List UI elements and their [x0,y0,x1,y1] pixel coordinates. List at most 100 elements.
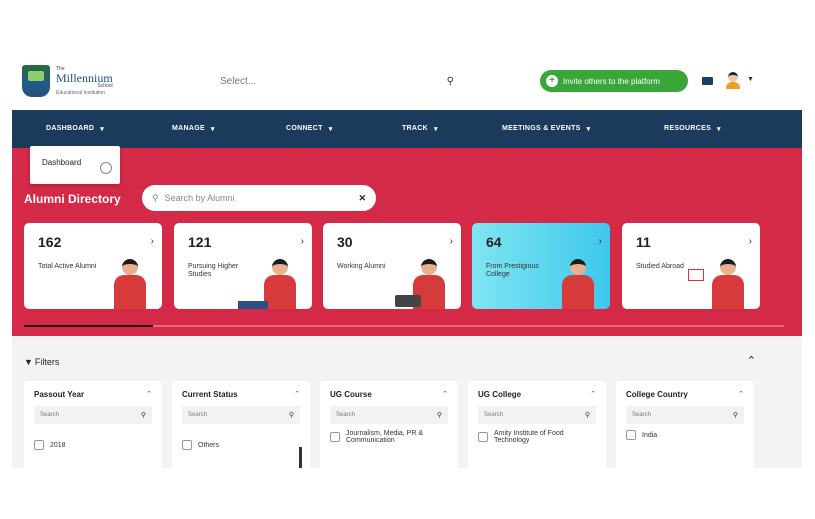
filter-search-input[interactable]: Search ⚲ [182,406,300,424]
clear-icon[interactable]: ✕ [358,193,366,204]
checkbox[interactable] [34,440,44,450]
search-icon: ⚲ [584,412,590,419]
dropdown-item-dashboard[interactable]: Dashboard [42,158,81,167]
top-bar: The Millennium School Educational Instit… [12,52,802,110]
filter-option[interactable]: 2018 [34,440,152,450]
logo-sub-text: School [97,82,113,89]
carousel-progress-fill [24,325,154,327]
logo-tagline: Educational Institution [56,89,105,96]
stat-value: 64 [486,234,502,250]
chevron-down-icon[interactable]: ▼ [747,76,754,83]
filter-group-title: UG College [478,390,522,399]
nav-resources[interactable]: RESOURCES ▾ [664,125,721,133]
main-nav: DASHBOARD ▾ MANAGE ▾ CONNECT ▾ TRACK ▾ MEETI… [12,110,802,148]
stat-card-working[interactable]: 30 › Working Alumni [323,223,461,309]
students-illustration [556,255,602,309]
search-icon: ⚲ [732,412,738,419]
chevron-down-icon: ▾ [586,126,591,133]
stat-card-higher-studies[interactable]: 121 › Pursuing Higher Studies [174,223,312,309]
search-icon: ⚲ [436,412,442,419]
filter-group-title: College Country [626,390,688,399]
chevron-down-icon: ▾ [328,126,333,133]
filter-group-college-country: College Country ⌃ Search ⚲ India [616,381,754,468]
chevron-up-icon[interactable]: ⌃ [747,354,756,367]
app-frame: The Millennium School Educational Instit… [12,52,802,468]
filter-option[interactable]: Journalism, Media, PR & Communication [330,430,448,444]
mail-icon[interactable] [702,77,713,85]
stat-value: 121 [188,234,212,250]
chevron-up-icon[interactable]: ⌃ [442,390,448,399]
carousel-progress [24,325,784,327]
filter-group-ug-course: UG Course ⌃ Search ⚲ Journalism, Media, PR… [320,381,458,468]
chevron-right-icon: › [598,236,602,247]
checkbox[interactable] [478,432,488,442]
filter-group-passout-year: Passout Year ⌃ Search ⚲ 2018 [24,381,162,468]
alumni-search-input[interactable]: ⚲ Search by Alumni ✕ [142,185,376,211]
alumni-search-placeholder: Search by Alumni [164,193,235,203]
school-logo[interactable]: The Millennium School Educational Instit… [22,58,142,104]
search-icon: ⚲ [288,412,294,419]
stat-label: Pursuing Higher Studies [188,263,239,279]
student-reading-illustration [238,255,304,309]
filters-header: ▼ Filters [24,357,59,367]
filter-search-input[interactable]: Search ⚲ [626,406,744,424]
checkbox[interactable] [626,430,636,440]
nav-manage[interactable]: MANAGE ▾ [172,125,215,133]
stat-value: 30 [337,234,353,250]
filter-group-current-status: Current Status ⌃ Search ⚲ Others [172,381,310,468]
logo-shield-icon [22,65,50,97]
chevron-right-icon: › [300,236,304,247]
chevron-down-icon: ▾ [434,126,438,133]
chevron-down-icon: ▾ [210,126,215,133]
chevron-up-icon[interactable]: ⌃ [590,390,596,399]
checkbox[interactable] [330,432,340,442]
checkbox[interactable] [182,440,192,450]
graduate-illustration [108,255,154,309]
dashboard-dropdown: Dashboard [30,146,120,184]
filter-search-input[interactable]: Search ⚲ [478,406,596,424]
stat-card-studied-abroad[interactable]: 11 › Studied Abroad [622,223,760,309]
stat-value: 162 [38,234,62,250]
pointer-cursor-icon [100,162,112,174]
logo-name: Millennium [56,70,113,85]
search-icon: ⚲ [446,75,454,87]
nav-dashboard[interactable]: DASHBOARD ▾ [46,125,104,133]
chevron-up-icon[interactable]: ⌃ [738,390,744,399]
filters-title: Filters [34,357,60,367]
filter-option[interactable]: India [626,430,744,440]
chevron-right-icon: › [748,236,752,247]
search-icon: ⚲ [140,412,146,419]
chevron-up-icon[interactable]: ⌃ [294,390,300,399]
stat-label: Total Active Alumni [38,263,97,270]
global-select[interactable]: Select... ⚲ [212,67,462,95]
page-title: Alumni Directory [24,192,121,206]
scrollbar[interactable] [299,447,302,468]
filter-search-input[interactable]: Search ⚲ [330,406,448,424]
select-placeholder: Select... [220,75,257,87]
stat-value: 11 [636,234,651,250]
chevron-right-icon: › [150,236,154,247]
user-avatar[interactable] [726,72,740,90]
nav-connect[interactable]: CONNECT ▾ [286,125,333,133]
filter-option[interactable]: Others [182,440,300,450]
filter-icon: ▼ [24,357,33,367]
chevron-down-icon: ▾ [717,126,721,133]
invite-button[interactable]: + Invite others to the platform [540,70,688,92]
chevron-up-icon[interactable]: ⌃ [146,390,152,399]
filter-group-title: Passout Year [34,390,85,399]
stat-card-total-active[interactable]: 162 › Total Active Alumni [24,223,162,309]
invite-label: Invite others to the platform [563,76,660,86]
nav-track[interactable]: TRACK ▾ [402,125,438,133]
stat-label: Working Alumni [337,263,386,270]
filter-option[interactable]: Amity Institute of Food Technology [478,430,596,444]
stat-card-prestigious-college[interactable]: 64 › From Prestigious College [472,223,610,309]
filter-search-input[interactable]: Search ⚲ [34,406,152,424]
nav-meetings-events[interactable]: MEETINGS & EVENTS ▾ [502,125,590,133]
plus-icon: + [546,75,558,87]
stat-label: From Prestigious College [486,263,539,279]
filter-group-title: UG Course [330,390,372,399]
graduate-laptop-illustration [395,255,453,309]
search-icon: ⚲ [152,192,159,203]
chevron-right-icon: › [449,236,453,247]
filter-group-title: Current Status [182,390,238,399]
